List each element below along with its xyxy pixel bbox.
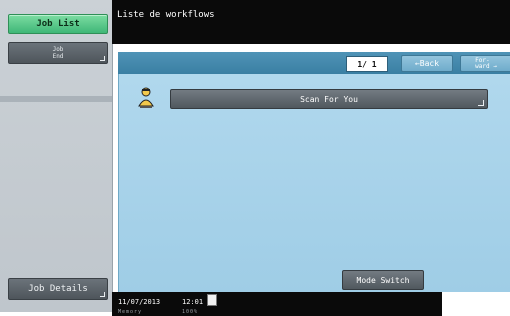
date-display: 11/07/2013	[118, 298, 161, 306]
job-details-label: Job Details	[28, 284, 88, 294]
job-end-button[interactable]: Job End	[8, 42, 108, 64]
back-button[interactable]: ←Back	[401, 55, 453, 72]
page-indicator: 1/ 1	[346, 56, 388, 72]
mode-switch-button[interactable]: Mode Switch	[342, 270, 424, 290]
corner-arrow-icon	[100, 56, 105, 61]
back-label: ←Back	[414, 59, 440, 68]
job-details-button[interactable]: Job Details	[8, 278, 108, 300]
mode-switch-label: Mode Switch	[356, 275, 410, 285]
forward-label: For- ward →	[475, 56, 497, 70]
header-bar: Liste de workflows	[112, 0, 510, 44]
forward-button[interactable]: For- ward →	[460, 55, 510, 72]
scan-for-you-button[interactable]: Scan For You	[170, 89, 488, 109]
job-end-label: Job End	[52, 46, 64, 60]
corner-arrow-icon	[478, 100, 484, 106]
page-title: Liste de workflows	[117, 10, 215, 20]
corner-arrow-icon	[100, 292, 105, 297]
status-bar	[112, 292, 442, 316]
memory-label: Memory	[118, 309, 143, 315]
scan-for-you-label: Scan For You	[300, 94, 358, 104]
job-list-button[interactable]: Job List	[8, 14, 108, 34]
person-icon	[138, 87, 154, 108]
status-icon	[207, 294, 217, 306]
memory-value: 100%	[182, 309, 199, 315]
job-list-label: Job List	[36, 19, 80, 29]
sidebar-divider	[0, 96, 112, 102]
workflow-panel	[118, 52, 510, 292]
time-display: 12:01	[182, 298, 204, 306]
